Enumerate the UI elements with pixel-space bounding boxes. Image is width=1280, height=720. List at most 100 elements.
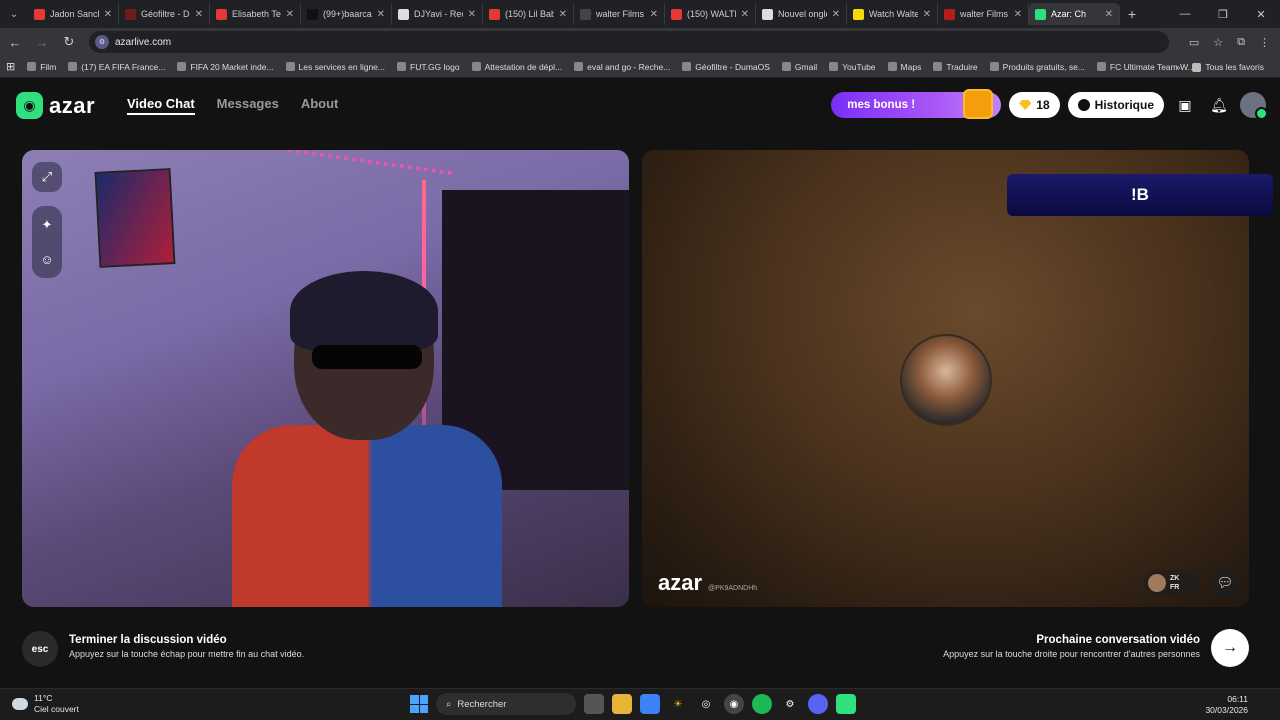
system-clock[interactable]: 06:11 30/03/2026: [1205, 694, 1248, 716]
next-arrow-button[interactable]: →: [1211, 629, 1249, 667]
forward-icon[interactable]: →: [30, 30, 54, 54]
weather-widget[interactable]: 11°C Ciel couvert: [12, 693, 79, 715]
spotify-icon[interactable]: [752, 694, 772, 714]
file-explorer-icon[interactable]: [612, 694, 632, 714]
bookmark-item[interactable]: Traduire: [927, 62, 983, 72]
discord-icon[interactable]: [808, 694, 828, 714]
tab-title: Nouvel ongle: [778, 9, 827, 19]
bookmark-item[interactable]: YouTube: [823, 62, 881, 72]
tab-favicon-icon: [1035, 8, 1046, 20]
bookmark-item[interactable]: Gmail: [776, 62, 823, 72]
fullscreen-icon[interactable]: ⤢: [32, 162, 62, 192]
browser-tab[interactable]: Azar: Ch ✕: [1029, 3, 1120, 25]
xbox-icon[interactable]: ◎: [696, 694, 716, 714]
more-bookmarks-icon[interactable]: »: [1176, 62, 1181, 72]
bookmark-item[interactable]: Géofiltre - DumaOS: [676, 62, 776, 72]
menu-icon[interactable]: ⋮: [1259, 36, 1270, 49]
tab-close-icon[interactable]: ✕: [286, 9, 294, 20]
nav-messages[interactable]: Messages: [217, 96, 279, 115]
tab-favicon-icon: [489, 8, 500, 20]
tab-close-icon[interactable]: ✕: [650, 9, 658, 20]
bookmark-item[interactable]: FIFA 20 Market inde...: [171, 62, 279, 72]
back-icon[interactable]: ←: [3, 30, 27, 54]
bookmark-item[interactable]: Produits gratuits, se...: [984, 62, 1091, 72]
next-chat-hint: Appuyez sur la touche droite pour rencon…: [943, 649, 1200, 659]
apps-icon[interactable]: ⊞: [0, 60, 21, 73]
bookmark-item[interactable]: Maps: [882, 62, 928, 72]
tab-favicon-icon: [125, 8, 136, 20]
notification-bell-icon[interactable]: 🔔︎: [1206, 92, 1232, 118]
azar-logo[interactable]: ◉ azar: [16, 92, 95, 119]
peer-info-badge[interactable]: ZK FR: [1144, 570, 1200, 596]
browser-tab[interactable]: DJYavi - Rech ✕: [392, 3, 483, 25]
watermark-logo: azar: [658, 570, 703, 595]
cast-icon[interactable]: ▭: [1189, 36, 1199, 49]
taskbar-search[interactable]: ⌕ Rechercher: [436, 693, 576, 715]
tab-close-icon[interactable]: ✕: [195, 9, 203, 20]
tab-title: DJYavi - Rech: [414, 9, 463, 19]
tab-close-icon[interactable]: ✕: [559, 9, 567, 20]
settings-icon[interactable]: ⚙: [780, 694, 800, 714]
tab-close-icon[interactable]: ✕: [923, 9, 931, 20]
avatar[interactable]: [1240, 92, 1268, 120]
extensions-icon[interactable]: ⧉: [1237, 36, 1245, 49]
browser-tab[interactable]: (150) WALTE ✕: [665, 3, 756, 25]
peer-avatar: [1148, 574, 1166, 592]
browser-tab[interactable]: walter Films ✕: [574, 3, 665, 25]
tab-search-icon[interactable]: ⌄: [0, 0, 28, 28]
app-green-icon[interactable]: [836, 694, 856, 714]
reload-icon[interactable]: ↻: [57, 30, 81, 54]
browser-tab[interactable]: (150) Lil Bab ✕: [483, 3, 574, 25]
close-icon[interactable]: ✕: [1242, 0, 1280, 28]
chat-bubble-icon[interactable]: 💬︎: [1210, 568, 1240, 598]
tab-close-icon[interactable]: ✕: [104, 9, 112, 20]
site-info-icon[interactable]: ⚙: [95, 35, 109, 49]
tab-close-icon[interactable]: ✕: [1014, 9, 1022, 20]
bookmark-item[interactable]: (17) EA FIFA France...: [62, 62, 171, 72]
browser-tab[interactable]: Géofiltre - D ✕: [119, 3, 210, 25]
start-icon[interactable]: [410, 695, 428, 713]
bookmark-star-icon[interactable]: ☆: [1213, 36, 1223, 49]
bonus-button[interactable]: mes bonus !: [831, 89, 1002, 119]
end-chat-title: Terminer la discussion vidéo: [69, 634, 227, 646]
browser-tab[interactable]: (99+)baarca ✕: [301, 3, 392, 25]
chrome-icon[interactable]: ◉: [724, 694, 744, 714]
maximize-icon[interactable]: ❐: [1204, 0, 1242, 28]
nav-about[interactable]: About: [301, 96, 339, 115]
tab-close-icon[interactable]: ✕: [468, 9, 476, 20]
store-icon[interactable]: [640, 694, 660, 714]
bookmark-label: (17) EA FIFA France...: [81, 61, 166, 72]
peer-name: ZK: [1170, 575, 1180, 582]
self-person: [232, 271, 502, 607]
url-input[interactable]: ⚙ azarlive.com: [89, 31, 1169, 53]
nav-video-chat[interactable]: Video Chat: [127, 96, 195, 115]
tab-close-icon[interactable]: ✕: [1105, 9, 1113, 20]
bookmark-item[interactable]: FUT.GG logo: [391, 62, 466, 72]
shop-icon[interactable]: ▣: [1172, 92, 1198, 118]
tab-close-icon[interactable]: ✕: [377, 9, 385, 20]
tab-title: Watch Walte: [869, 9, 918, 19]
browser-tab[interactable]: Watch Walte ✕: [847, 3, 938, 25]
gems-button[interactable]: 18: [1009, 92, 1060, 118]
tab-close-icon[interactable]: ✕: [832, 9, 840, 20]
task-view-icon[interactable]: [584, 694, 604, 714]
sun-app-icon[interactable]: ☀: [668, 694, 688, 714]
tab-close-icon[interactable]: ✕: [741, 9, 749, 20]
browser-tab[interactable]: Nouvel ongle ✕: [756, 3, 847, 25]
browser-tab[interactable]: Elisabeth Te ✕: [210, 3, 301, 25]
bookmark-item[interactable]: Les services en ligne...: [280, 62, 391, 72]
brand-name: azar: [49, 92, 96, 118]
bookmark-item[interactable]: Attestation de dépl...: [466, 62, 569, 72]
all-bookmarks-folder[interactable]: Tous les favoris: [1186, 62, 1270, 72]
minimize-icon[interactable]: —: [1166, 0, 1204, 28]
magic-wand-icon[interactable]: ✦: [32, 210, 62, 240]
tab-title: walter Films: [960, 9, 1009, 19]
browser-tab[interactable]: Jadon Sancho ✕: [28, 3, 119, 25]
face-filter-icon[interactable]: ☺: [32, 244, 62, 274]
history-button[interactable]: Historique: [1067, 92, 1164, 118]
bookmark-item[interactable]: eval and go - Reche...: [568, 62, 676, 72]
browser-tab[interactable]: walter Films ✕: [938, 3, 1029, 25]
new-tab-button[interactable]: +: [1120, 6, 1144, 22]
esc-button[interactable]: esc: [22, 631, 58, 667]
bookmark-item[interactable]: Film: [21, 62, 62, 72]
